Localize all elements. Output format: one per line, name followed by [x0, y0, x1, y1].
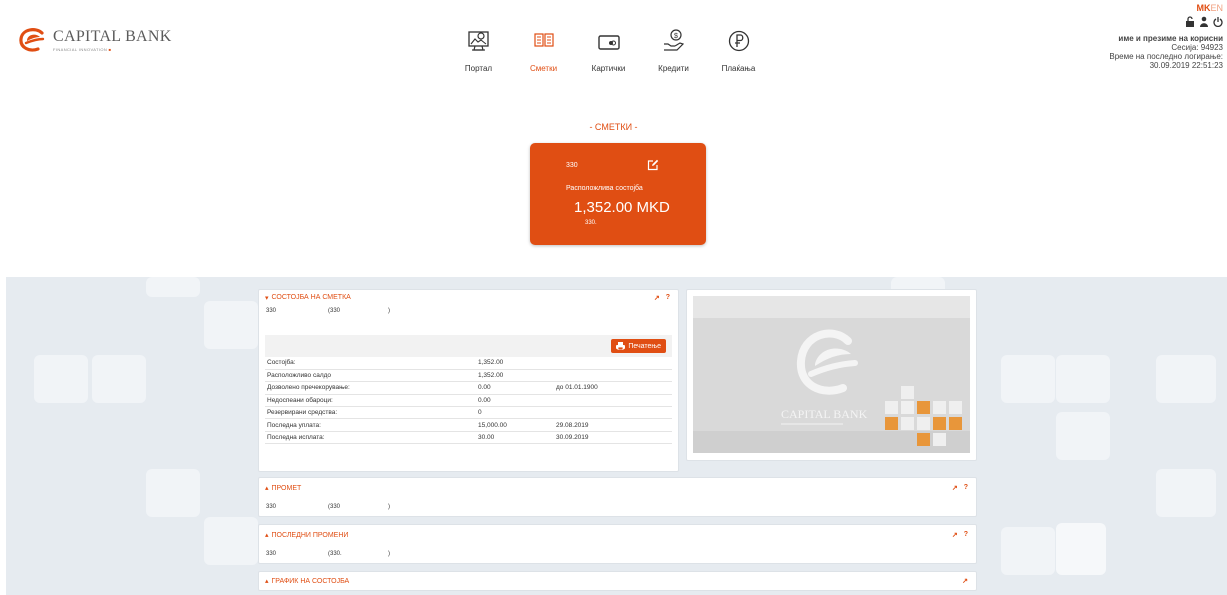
nav-label-accounts: Сметки — [529, 64, 558, 73]
transactions-panel-title: ПРОМЕТ — [271, 484, 302, 492]
table-row: Недоспеани обароци: 0.00 — [265, 394, 672, 408]
expand-icon[interactable]: ↗ — [952, 531, 958, 539]
balance-table: Состојба: 1,352.00 Расположливо салдо 1,35… — [265, 357, 672, 445]
help-icon[interactable]: ? — [964, 531, 968, 539]
balance-details: Печатење Состојба: 1,352.00 Расположливо … — [265, 335, 672, 465]
promo-image: CAPITAL BANK — [693, 296, 970, 453]
account-card-label: Расположлива состојба — [566, 185, 643, 192]
transactions-panel-account: 330 (330) — [266, 504, 390, 510]
brand-name: CAPITAL BANK — [53, 27, 172, 45]
account-card-balance: 1,352.00 MKD — [574, 199, 670, 216]
printer-icon — [616, 342, 626, 350]
brand-logo[interactable]: CAPITAL BANK FINANCIAL INNOVATION ■ — [18, 28, 172, 52]
portal-icon — [467, 31, 489, 51]
bg-tile — [1056, 523, 1106, 575]
accounts-icon — [533, 33, 554, 47]
power-icon[interactable] — [1213, 16, 1223, 27]
expand-icon[interactable]: ↗ — [654, 294, 660, 302]
nav-item-portal[interactable]: Портал — [446, 28, 511, 73]
edit-icon[interactable] — [647, 159, 659, 171]
last-login-value: 30.09.2019 22:51:23 — [1149, 61, 1223, 70]
payment-icon — [728, 30, 749, 52]
account-card-number: 330 — [566, 162, 578, 169]
chevron-up-icon: ▴ — [265, 485, 269, 492]
nav-label-cards: Картички — [591, 64, 626, 73]
session-id: Сесија: 94923 — [1171, 43, 1223, 52]
account-card-subnumber: 330. — [585, 220, 597, 226]
last-changes-panel-account: 330 (330.) — [266, 551, 390, 557]
balance-chart-panel-toggle[interactable]: ▴ ГРАФИК НА СОСТОЈБА — [265, 577, 350, 586]
main-nav: Портал Сметки Картички $ Кредити Плаќања — [446, 28, 771, 73]
balance-chart-panel-title: ГРАФИК НА СОСТОЈБА — [271, 577, 350, 585]
bg-tile — [204, 517, 258, 565]
nav-item-cards[interactable]: Картички — [576, 28, 641, 73]
bg-tile — [1056, 355, 1110, 403]
bg-tile — [92, 355, 146, 403]
capital-bank-logo-icon — [19, 28, 45, 52]
transactions-panel: ▴ ПРОМЕТ ↗ ? 330 (330) — [258, 477, 977, 517]
lock-icon[interactable] — [1185, 16, 1195, 27]
chevron-up-icon: ▴ — [265, 532, 269, 539]
lang-en[interactable]: EN — [1210, 3, 1223, 13]
balance-panel-toggle[interactable]: ▾ СОСТОЈБА НА СМЕТКА — [265, 294, 351, 302]
nav-label-payments: Плаќања — [721, 64, 756, 73]
page: CAPITAL BANK FINANCIAL INNOVATION ■ Порт… — [0, 0, 1227, 595]
last-changes-panel: ▴ ПОСЛЕДНИ ПРОМЕНИ ↗ ? 330 (330.) — [258, 524, 977, 564]
bg-tile — [1156, 469, 1216, 517]
bg-tile — [1001, 527, 1055, 575]
last-changes-panel-title: ПОСЛЕДНИ ПРОМЕНИ — [271, 531, 349, 539]
nav-label-loans: Кредити — [658, 64, 689, 73]
transactions-panel-toggle[interactable]: ▴ ПРОМЕТ — [265, 484, 302, 493]
nav-label-portal: Портал — [464, 64, 493, 73]
table-row: Последна уплата: 15,000.00 29.08.2019 — [265, 418, 672, 432]
last-changes-panel-toggle[interactable]: ▴ ПОСЛЕДНИ ПРОМЕНИ — [265, 531, 349, 540]
nav-item-accounts[interactable]: Сметки — [511, 28, 576, 73]
table-row: Последна исплата: 30.00 30.09.2019 — [265, 431, 672, 445]
card-icon — [597, 35, 620, 50]
nav-item-loans[interactable]: $ Кредити — [641, 28, 706, 73]
expand-icon[interactable]: ↗ — [962, 577, 968, 585]
promo-graphic: CAPITAL BANK — [693, 296, 970, 453]
print-button-label: Печатење — [628, 342, 661, 350]
lang-mk[interactable]: MK — [1196, 3, 1210, 13]
table-row: Расположливо салдо 1,352.00 — [265, 369, 672, 383]
svg-text:CAPITAL BANK: CAPITAL BANK — [781, 407, 868, 421]
table-row: Резервирани средства: 0 — [265, 406, 672, 420]
expand-icon[interactable]: ↗ — [952, 484, 958, 492]
table-row: Состојба: 1,352.00 — [265, 357, 672, 370]
account-card[interactable]: 330 Расположлива состојба 1,352.00 MKD 3… — [530, 143, 706, 245]
loan-icon: $ — [663, 29, 684, 51]
nav-item-payments[interactable]: Плаќања — [706, 28, 771, 73]
help-icon[interactable]: ? — [964, 484, 968, 492]
bg-tile — [34, 355, 88, 403]
bg-tile — [204, 301, 258, 349]
chevron-down-icon: ▾ — [265, 294, 269, 302]
bg-tile — [1156, 355, 1216, 403]
balance-panel-title: СОСТОЈБА НА СМЕТКА — [271, 294, 351, 301]
help-icon[interactable]: ? — [666, 294, 670, 302]
table-row: Дозволено пречекорување: 0.00 до 01.01.190… — [265, 381, 672, 395]
balance-panel-account: 330 (330) — [266, 308, 390, 314]
last-login-label: Време на последно логирање: — [1109, 52, 1223, 61]
user-icon[interactable] — [1199, 16, 1209, 27]
balance-chart-panel: ▴ ГРАФИК НА СОСТОЈБА ↗ — [258, 571, 977, 591]
chevron-up-icon: ▴ — [265, 578, 269, 585]
user-name: име и презиме на корисни — [1118, 34, 1223, 43]
print-button[interactable]: Печатење — [611, 339, 666, 353]
svg-text:$: $ — [674, 33, 678, 40]
balance-panel: ▾ СОСТОЈБА НА СМЕТКА ↗ ? 330 (330) Печате… — [258, 289, 679, 472]
bg-tile — [146, 277, 200, 297]
language-switcher: MKEN — [1109, 4, 1223, 13]
user-box: MKEN име и презиме на корисни Сесија: 94… — [1109, 4, 1223, 71]
section-title: - СМЕТКИ - — [589, 122, 638, 132]
bg-tile — [1001, 355, 1055, 403]
brand-tagline: FINANCIAL INNOVATION ■ — [53, 46, 112, 52]
promo-banner: CAPITAL BANK — [686, 289, 977, 461]
bg-tile — [1056, 412, 1110, 460]
bg-tile — [146, 469, 200, 517]
